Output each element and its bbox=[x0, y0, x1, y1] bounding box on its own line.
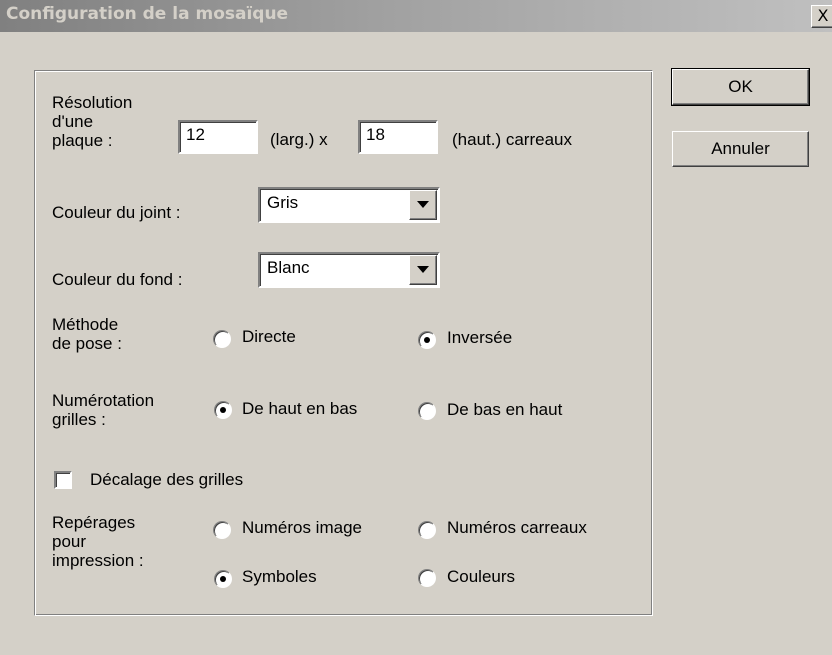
numbering-label-line-1: Numérotation bbox=[52, 391, 155, 410]
background-color-value: Blanc bbox=[267, 258, 310, 277]
resolution-label: Résolution d'une plaque : bbox=[52, 93, 132, 150]
chevron-down-icon bbox=[417, 201, 429, 208]
chevron-down-icon bbox=[417, 266, 429, 273]
markers-tile-numbers-label[interactable]: Numéros carreaux bbox=[447, 518, 587, 538]
method-label-line-1: Méthode bbox=[52, 315, 119, 334]
markers-label: Repérages pour impression : bbox=[52, 513, 144, 570]
width-suffix-label: (larg.) x bbox=[270, 130, 328, 149]
markers-colors-label[interactable]: Couleurs bbox=[447, 567, 515, 587]
joint-color-value: Gris bbox=[267, 193, 299, 212]
markers-image-numbers-radio[interactable] bbox=[213, 521, 231, 539]
markers-symbols-radio[interactable] bbox=[214, 570, 232, 588]
markers-symbols-label[interactable]: Symboles bbox=[242, 567, 317, 587]
markers-label-line-3: impression : bbox=[52, 551, 144, 570]
close-button[interactable]: X bbox=[811, 5, 832, 28]
background-color-label: Couleur du fond : bbox=[52, 270, 183, 289]
method-inverse-radio[interactable] bbox=[418, 331, 436, 349]
markers-label-line-2: pour bbox=[52, 532, 87, 551]
ok-button[interactable]: OK bbox=[671, 68, 810, 106]
method-label-line-2: de pose : bbox=[52, 334, 122, 353]
background-color-dropdown-button[interactable] bbox=[409, 255, 437, 285]
joint-color-dropdown-button[interactable] bbox=[409, 190, 437, 220]
method-direct-label[interactable]: Directe bbox=[242, 327, 296, 347]
title-bar: Configuration de la mosaïque X bbox=[0, 0, 832, 32]
numbering-top-to-bottom-radio[interactable] bbox=[214, 401, 232, 419]
tile-width-input[interactable]: 12 bbox=[178, 120, 258, 154]
resolution-label-line-1: Résolution bbox=[52, 93, 133, 112]
joint-color-select[interactable]: Gris bbox=[258, 187, 440, 223]
offset-grids-checkbox[interactable] bbox=[54, 471, 72, 489]
method-direct-radio[interactable] bbox=[213, 330, 231, 348]
numbering-bottom-to-top-label[interactable]: De bas en haut bbox=[447, 400, 562, 420]
method-label: Méthode de pose : bbox=[52, 315, 122, 353]
numbering-top-to-bottom-label[interactable]: De haut en bas bbox=[242, 399, 357, 419]
close-icon: X bbox=[817, 6, 829, 25]
window-title: Configuration de la mosaïque bbox=[6, 4, 289, 24]
method-inverse-label[interactable]: Inversée bbox=[447, 328, 512, 348]
resolution-label-line-2: d'une bbox=[52, 112, 94, 131]
tile-height-input[interactable]: 18 bbox=[358, 120, 438, 154]
offset-grids-label[interactable]: Décalage des grilles bbox=[90, 470, 243, 490]
background-color-select[interactable]: Blanc bbox=[258, 252, 440, 288]
height-suffix-label: (haut.) carreaux bbox=[452, 130, 572, 149]
numbering-bottom-to-top-radio[interactable] bbox=[418, 402, 436, 420]
markers-image-numbers-label[interactable]: Numéros image bbox=[242, 518, 362, 538]
markers-tile-numbers-radio[interactable] bbox=[418, 521, 436, 539]
markers-label-line-1: Repérages bbox=[52, 513, 136, 532]
joint-color-label: Couleur du joint : bbox=[52, 203, 181, 222]
numbering-label: Numérotation grilles : bbox=[52, 391, 154, 429]
numbering-label-line-2: grilles : bbox=[52, 410, 106, 429]
markers-colors-radio[interactable] bbox=[418, 569, 436, 587]
resolution-label-line-3: plaque : bbox=[52, 131, 113, 150]
cancel-button[interactable]: Annuler bbox=[672, 131, 809, 167]
